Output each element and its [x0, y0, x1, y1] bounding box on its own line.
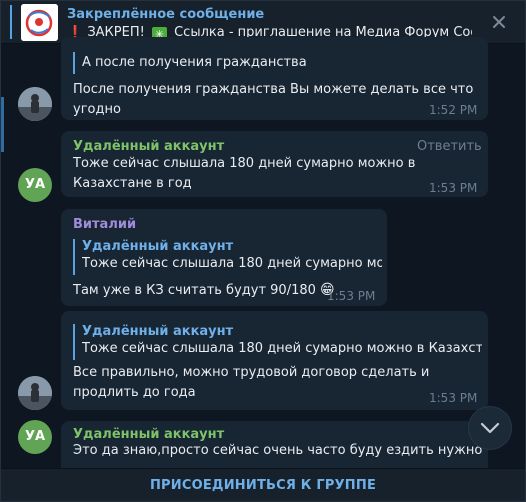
- message-text: Это да знаю,просто сейчас очень часто бу…: [73, 443, 483, 458]
- sender-name[interactable]: Удалённый аккаунт: [73, 427, 224, 442]
- reply-text: Тоже сейчас слышала 180 дней сумарно мо.…: [82, 256, 382, 271]
- reply-sender: Удалённый аккаунт: [82, 324, 234, 339]
- pinned-accent-bar: [10, 5, 12, 39]
- reply-button[interactable]: Ответить: [417, 139, 482, 154]
- message-text: Тоже сейчас слышала 180 дней сумарно мож…: [73, 156, 416, 191]
- unread-accent: [1, 97, 4, 152]
- message-time: 1:53 PM: [429, 391, 478, 405]
- pinned-title: Закреплённое сообщение: [67, 7, 265, 22]
- pinned-thumbnail: [21, 4, 58, 41]
- message-text-content: Там уже в КЗ считать будут 90/180: [73, 283, 316, 298]
- reply-text: Тоже сейчас слышала 180 дней сумарно мож…: [82, 341, 482, 356]
- message-time: 1:53 PM: [429, 181, 478, 195]
- avatar[interactable]: УА: [18, 168, 52, 202]
- reply-quote[interactable]: Удалённый аккаунт Тоже сейчас слышала 18…: [73, 239, 382, 275]
- message-text: Там уже в КЗ считать будут 90/180 😁: [73, 280, 335, 301]
- message-bubble[interactable]: Виталий Удалённый аккаунт Тоже сейчас сл…: [61, 209, 387, 306]
- message-time: 1:52 PM: [429, 103, 478, 117]
- chevron-down-icon: [480, 422, 500, 434]
- scroll-down-button[interactable]: [468, 406, 512, 450]
- message-time: 1:53 PM: [327, 289, 376, 303]
- message-bubble[interactable]: Удалённый аккаунт Ответить Тоже сейчас с…: [61, 131, 488, 197]
- close-icon[interactable]: [490, 13, 508, 31]
- reply-text: А после получения гражданства: [82, 55, 307, 70]
- footer-bar: ПРИСОЕДИНИТЬСЯ К ГРУППЕ: [1, 468, 525, 501]
- message-bubble[interactable]: Удалённый аккаунт Тоже сейчас слышала 18…: [61, 311, 488, 410]
- avatar[interactable]: [18, 376, 52, 410]
- chat-window: Закреплённое сообщение ❗ ЗАКРЕП! ✳ Ссылк…: [0, 0, 526, 502]
- sender-name[interactable]: Удалённый аккаунт: [73, 139, 224, 154]
- join-group-button[interactable]: ПРИСОЕДИНИТЬСЯ К ГРУППЕ: [1, 469, 525, 501]
- sender-name[interactable]: Виталий: [73, 217, 136, 232]
- avatar[interactable]: УА: [18, 420, 52, 454]
- reply-quote[interactable]: Удалённый аккаунт Тоже сейчас слышала 18…: [73, 324, 482, 360]
- message-text: После получения гражданства Вы можете де…: [73, 82, 474, 117]
- reply-quote[interactable]: А после получения гражданства: [73, 52, 487, 74]
- message-text: Все правильно, можно трудовой договор сд…: [73, 365, 430, 400]
- avatar[interactable]: [18, 87, 52, 121]
- reply-sender: Удалённый аккаунт: [82, 239, 234, 254]
- message-bubble[interactable]: А после получения гражданства После полу…: [61, 37, 488, 120]
